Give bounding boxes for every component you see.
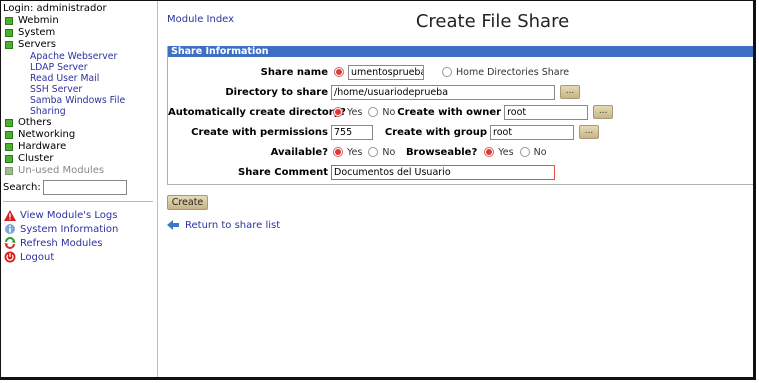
module-link-apache[interactable]: Apache Webserver <box>30 51 157 62</box>
comment-row: Share Comment Documentos del Usuario <box>168 164 757 180</box>
directory-input[interactable]: /home/usuariodeprueba <box>331 84 555 100</box>
directory-label: Directory to share <box>225 86 328 98</box>
module-link-samba[interactable]: Samba Windows File Sharing <box>30 95 157 117</box>
category-servers[interactable]: Servers <box>5 39 157 51</box>
yes-label: Yes <box>347 106 363 118</box>
category-label: System <box>18 27 56 38</box>
share-information-panel: Share Information Share name umentosprue… <box>167 46 756 185</box>
owner-chooser-button[interactable]: ... <box>593 105 614 119</box>
available-row: Available? Yes No Browseable? Yes No <box>168 144 757 160</box>
browseable-yes-radio[interactable] <box>484 147 495 157</box>
module-link-read-user-mail[interactable]: Read User Mail <box>30 73 157 84</box>
browseable-no-radio[interactable] <box>519 147 530 157</box>
category-square-icon <box>5 29 13 37</box>
left-nav-frame: Login: administrador Webmin System Serve… <box>0 0 158 380</box>
no-label: No <box>533 146 547 158</box>
auto-create-row: Automatically create directory? Yes No C… <box>168 104 757 120</box>
group-chooser-button[interactable]: ... <box>579 125 599 139</box>
category-label: Un-used Modules <box>18 165 105 176</box>
module-link-ldap[interactable]: LDAP Server <box>30 62 157 73</box>
category-others[interactable]: Others <box>5 117 157 129</box>
category-label: Cluster <box>18 153 54 164</box>
share-name-row: Share name umentosprueba Home Directorie… <box>168 64 757 80</box>
category-square-icon <box>5 41 13 49</box>
link-label: Refresh Modules <box>20 237 103 249</box>
group-label: Create with group <box>384 126 487 138</box>
available-no-radio[interactable] <box>368 147 379 157</box>
category-system[interactable]: System <box>5 27 157 39</box>
category-cluster[interactable]: Cluster <box>5 153 157 165</box>
search-input[interactable] <box>42 180 127 195</box>
no-label: No <box>382 146 396 158</box>
back-arrow-icon <box>167 219 179 231</box>
category-square-icon <box>5 155 13 163</box>
home-directories-radio[interactable] <box>442 67 452 77</box>
category-square-icon <box>5 119 13 127</box>
category-label: Hardware <box>18 141 67 152</box>
category-label: Servers <box>18 39 57 50</box>
auto-create-yes-radio[interactable] <box>333 107 343 117</box>
create-button[interactable]: Create <box>167 195 208 210</box>
refresh-icon <box>4 237 16 249</box>
link-label: View Module's Logs <box>20 209 118 221</box>
search-label: Search: <box>3 182 41 193</box>
browseable-label: Browseable? <box>405 146 478 158</box>
page-title: Create File Share <box>415 11 570 32</box>
category-label: Others <box>18 117 52 128</box>
category-label: Networking <box>18 129 76 140</box>
auto-create-no-radio[interactable] <box>368 107 379 117</box>
category-label: Webmin <box>18 15 59 26</box>
share-name-input[interactable]: umentosprueba <box>348 64 424 80</box>
search-row: Search: <box>3 180 157 195</box>
category-square-icon <box>5 167 13 175</box>
group-input[interactable]: root <box>490 124 574 140</box>
home-directories-label: Home Directories Share <box>456 66 570 78</box>
directory-chooser-button[interactable]: ... <box>560 85 580 99</box>
available-yes-radio[interactable] <box>333 147 343 157</box>
no-label: No <box>382 106 396 118</box>
permissions-label: Create with permissions <box>191 126 328 138</box>
owner-input[interactable]: root <box>504 104 589 120</box>
permissions-row: Create with permissions 755 Create with … <box>168 124 757 140</box>
yes-label: Yes <box>347 146 363 158</box>
login-label: Login: administrador <box>3 3 107 14</box>
auto-create-label: Automatically create directory? <box>168 106 346 118</box>
category-square-icon <box>5 143 13 151</box>
system-information-link[interactable]: System Information <box>4 222 157 236</box>
warning-icon <box>4 209 16 221</box>
view-module-logs-link[interactable]: View Module's Logs <box>4 208 157 222</box>
section-header: Share Information <box>168 46 755 57</box>
refresh-modules-link[interactable]: Refresh Modules <box>4 236 157 250</box>
category-webmin[interactable]: Webmin <box>5 15 157 27</box>
owner-label: Create with owner <box>397 106 502 118</box>
category-networking[interactable]: Networking <box>5 129 157 141</box>
comment-label: Share Comment <box>238 166 328 178</box>
divider <box>3 201 153 202</box>
return-to-share-list-link[interactable]: Return to share list <box>167 219 280 231</box>
category-hardware[interactable]: Hardware <box>5 141 157 153</box>
directory-row: Directory to share /home/usuariodeprueba… <box>168 84 757 100</box>
module-link-ssh[interactable]: SSH Server <box>30 84 157 95</box>
return-link-label: Return to share list <box>185 219 281 231</box>
webmin-window: Login: administrador Webmin System Serve… <box>0 0 759 383</box>
share-name-radio[interactable] <box>334 67 344 77</box>
link-label: System Information <box>20 223 119 235</box>
content-frame: Module Index Create File Share Share Inf… <box>159 0 756 380</box>
share-name-label: Share name <box>260 66 328 78</box>
category-square-icon <box>5 17 13 25</box>
category-unused-modules[interactable]: Un-used Modules <box>5 165 157 177</box>
logout-icon <box>4 251 16 263</box>
category-square-icon <box>5 131 13 139</box>
logout-link[interactable]: Logout <box>4 250 157 264</box>
permissions-input[interactable]: 755 <box>331 124 373 140</box>
comment-input[interactable]: Documentos del Usuario <box>331 164 555 180</box>
info-icon <box>4 223 16 235</box>
available-label: Available? <box>270 146 328 158</box>
link-label: Logout <box>20 251 55 263</box>
yes-label: Yes <box>498 146 514 158</box>
